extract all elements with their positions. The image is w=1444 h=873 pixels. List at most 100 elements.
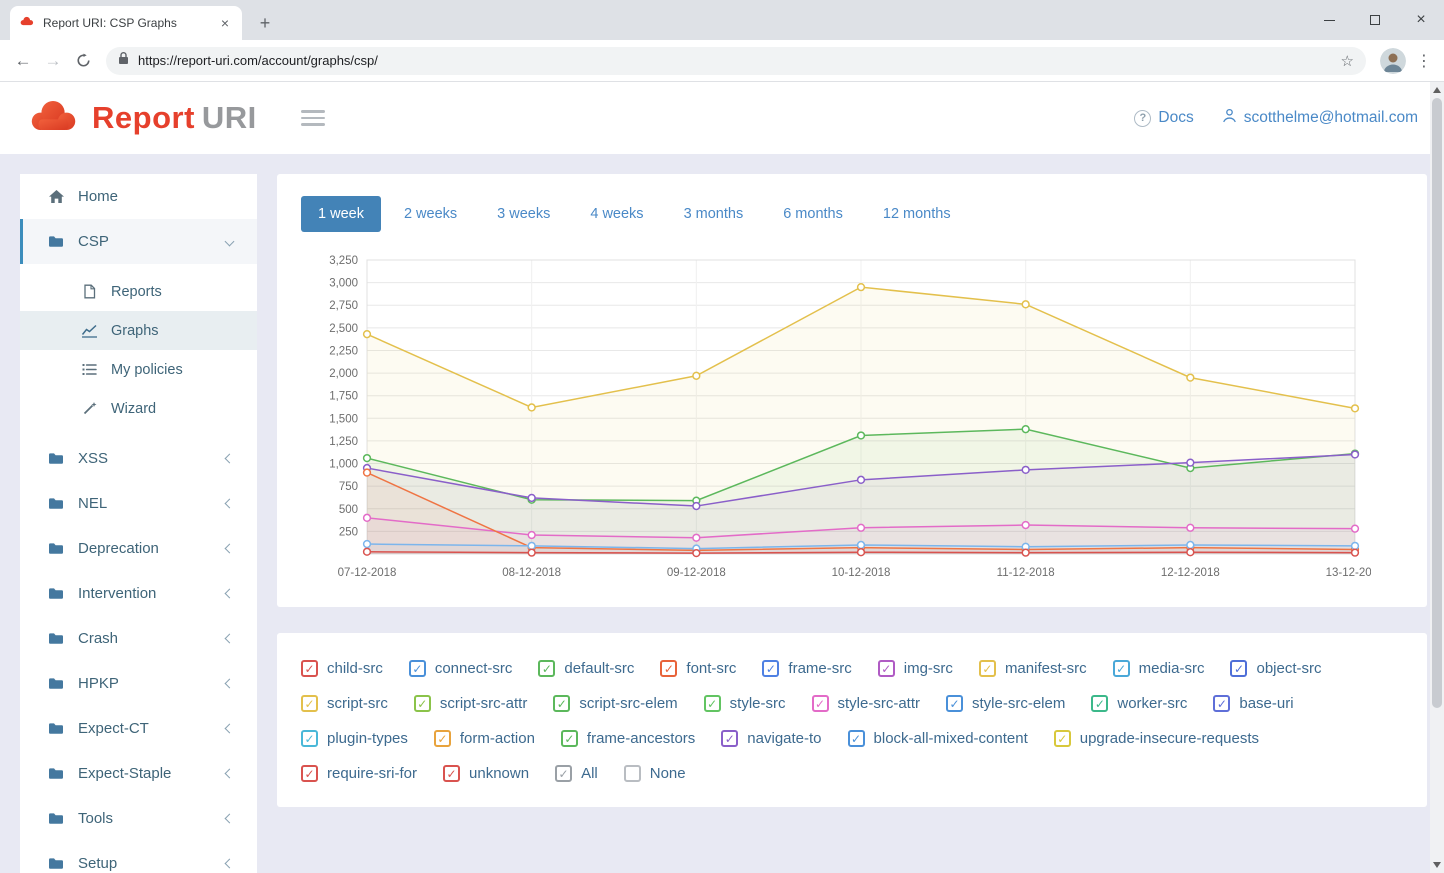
- checkbox-form-action[interactable]: ✓: [434, 730, 451, 747]
- filter-font-src[interactable]: ✓font-src: [660, 660, 736, 677]
- checkbox-base-uri[interactable]: ✓: [1213, 695, 1230, 712]
- filter-upgrade-insecure-requests[interactable]: ✓upgrade-insecure-requests: [1054, 730, 1259, 747]
- page-body: HomeCSP ReportsGraphsMy policiesWizard XSS…: [0, 154, 1444, 873]
- sidebar-item-xss[interactable]: XSS: [20, 436, 257, 481]
- sidebar-toggle-button[interactable]: [301, 110, 325, 126]
- maximize-button[interactable]: [1352, 0, 1398, 40]
- checkbox-block-all-mixed-content[interactable]: ✓: [848, 730, 865, 747]
- sidebar-item-my-policies[interactable]: My policies: [20, 350, 257, 389]
- filter-script-src[interactable]: ✓script-src: [301, 695, 388, 712]
- docs-link[interactable]: ? Docs: [1134, 109, 1193, 127]
- checkbox-font-src[interactable]: ✓: [660, 660, 677, 677]
- checkbox-all[interactable]: ✓: [555, 765, 572, 782]
- checkbox-script-src[interactable]: ✓: [301, 695, 318, 712]
- filter-style-src[interactable]: ✓style-src: [704, 695, 786, 712]
- page-scrollbar[interactable]: [1430, 82, 1444, 873]
- checkbox-object-src[interactable]: ✓: [1230, 660, 1247, 677]
- filter-style-src-elem[interactable]: ✓style-src-elem: [946, 695, 1065, 712]
- sidebar-item-graphs[interactable]: Graphs: [20, 311, 257, 350]
- sidebar-item-tools[interactable]: Tools: [20, 796, 257, 841]
- checkbox-none[interactable]: [624, 765, 641, 782]
- filter-form-action[interactable]: ✓form-action: [434, 730, 535, 747]
- checkbox-navigate-to[interactable]: ✓: [721, 730, 738, 747]
- filter-frame-src[interactable]: ✓frame-src: [762, 660, 851, 677]
- checkbox-manifest-src[interactable]: ✓: [979, 660, 996, 677]
- filter-script-src-attr[interactable]: ✓script-src-attr: [414, 695, 528, 712]
- sidebar-item-home[interactable]: Home: [20, 174, 257, 219]
- checkbox-style-src-attr[interactable]: ✓: [812, 695, 829, 712]
- scroll-up-icon[interactable]: [1433, 87, 1441, 93]
- back-button[interactable]: ←: [8, 46, 38, 76]
- close-button[interactable]: ×: [1398, 0, 1444, 40]
- checkbox-upgrade-insecure-requests[interactable]: ✓: [1054, 730, 1071, 747]
- filter-none[interactable]: None: [624, 765, 686, 782]
- filter-block-all-mixed-content[interactable]: ✓block-all-mixed-content: [848, 730, 1028, 747]
- filter-worker-src[interactable]: ✓worker-src: [1091, 695, 1187, 712]
- sidebar-item-crash[interactable]: Crash: [20, 616, 257, 661]
- checkbox-frame-src[interactable]: ✓: [762, 660, 779, 677]
- checkbox-require-sri-for[interactable]: ✓: [301, 765, 318, 782]
- checkbox-child-src[interactable]: ✓: [301, 660, 318, 677]
- checkbox-plugin-types[interactable]: ✓: [301, 730, 318, 747]
- filter-child-src[interactable]: ✓child-src: [301, 660, 383, 677]
- filter-media-src[interactable]: ✓media-src: [1113, 660, 1205, 677]
- reporturi-favicon-icon: [19, 14, 35, 32]
- sidebar-item-intervention[interactable]: Intervention: [20, 571, 257, 616]
- checkbox-img-src[interactable]: ✓: [878, 660, 895, 677]
- filter-script-src-elem[interactable]: ✓script-src-elem: [553, 695, 677, 712]
- range-tab-1-week[interactable]: 1 week: [301, 196, 381, 232]
- checkbox-style-src-elem[interactable]: ✓: [946, 695, 963, 712]
- address-bar[interactable]: https://report-uri.com/account/graphs/cs…: [106, 47, 1366, 75]
- range-tab-3-months[interactable]: 3 months: [667, 196, 761, 232]
- filter-base-uri[interactable]: ✓base-uri: [1213, 695, 1293, 712]
- sidebar-item-csp[interactable]: CSP: [20, 219, 257, 264]
- range-tab-4-weeks[interactable]: 4 weeks: [573, 196, 660, 232]
- reload-button[interactable]: [68, 46, 98, 76]
- checkbox-script-src-elem[interactable]: ✓: [553, 695, 570, 712]
- sidebar-item-deprecation[interactable]: Deprecation: [20, 526, 257, 571]
- checkbox-unknown[interactable]: ✓: [443, 765, 460, 782]
- checkbox-worker-src[interactable]: ✓: [1091, 695, 1108, 712]
- checkbox-media-src[interactable]: ✓: [1113, 660, 1130, 677]
- checkbox-connect-src[interactable]: ✓: [409, 660, 426, 677]
- bookmark-star-icon[interactable]: ☆: [1341, 52, 1354, 70]
- sidebar-item-expect-staple[interactable]: Expect-Staple: [20, 751, 257, 796]
- reporturi-logo[interactable]: ReportURI: [26, 98, 257, 138]
- filter-default-src[interactable]: ✓default-src: [538, 660, 634, 677]
- scrollbar-thumb[interactable]: [1432, 98, 1442, 708]
- checkbox-default-src[interactable]: ✓: [538, 660, 555, 677]
- filter-require-sri-for[interactable]: ✓require-sri-for: [301, 765, 417, 782]
- sidebar-item-expect-ct[interactable]: Expect-CT: [20, 706, 257, 751]
- checkbox-frame-ancestors[interactable]: ✓: [561, 730, 578, 747]
- new-tab-button[interactable]: +: [252, 10, 278, 36]
- scroll-down-icon[interactable]: [1433, 862, 1441, 868]
- filter-unknown[interactable]: ✓unknown: [443, 765, 529, 782]
- filter-style-src-attr[interactable]: ✓style-src-attr: [812, 695, 921, 712]
- minimize-button[interactable]: [1306, 0, 1352, 40]
- range-tab-6-months[interactable]: 6 months: [766, 196, 860, 232]
- account-menu[interactable]: scotthelme@hotmail.com: [1222, 108, 1418, 128]
- sidebar-item-wizard[interactable]: Wizard: [20, 389, 257, 428]
- filter-manifest-src[interactable]: ✓manifest-src: [979, 660, 1087, 677]
- browser-tab[interactable]: Report URI: CSP Graphs ×: [10, 6, 242, 40]
- sidebar-item-nel[interactable]: NEL: [20, 481, 257, 526]
- range-tab-12-months[interactable]: 12 months: [866, 196, 968, 232]
- checkbox-style-src[interactable]: ✓: [704, 695, 721, 712]
- sidebar-item-setup[interactable]: Setup: [20, 841, 257, 873]
- filter-object-src[interactable]: ✓object-src: [1230, 660, 1321, 677]
- checkbox-script-src-attr[interactable]: ✓: [414, 695, 431, 712]
- filter-plugin-types[interactable]: ✓plugin-types: [301, 730, 408, 747]
- browser-menu-button[interactable]: ⋮: [1412, 51, 1436, 71]
- profile-avatar[interactable]: [1380, 48, 1406, 74]
- filter-all[interactable]: ✓All: [555, 765, 598, 782]
- filter-frame-ancestors[interactable]: ✓frame-ancestors: [561, 730, 695, 747]
- filter-img-src[interactable]: ✓img-src: [878, 660, 953, 677]
- sidebar-item-hpkp[interactable]: HPKP: [20, 661, 257, 706]
- filter-connect-src[interactable]: ✓connect-src: [409, 660, 513, 677]
- forward-button[interactable]: →: [38, 46, 68, 76]
- sidebar-item-reports[interactable]: Reports: [20, 272, 257, 311]
- tab-close-icon[interactable]: ×: [217, 15, 233, 31]
- range-tab-3-weeks[interactable]: 3 weeks: [480, 196, 567, 232]
- range-tab-2-weeks[interactable]: 2 weeks: [387, 196, 474, 232]
- filter-navigate-to[interactable]: ✓navigate-to: [721, 730, 821, 747]
